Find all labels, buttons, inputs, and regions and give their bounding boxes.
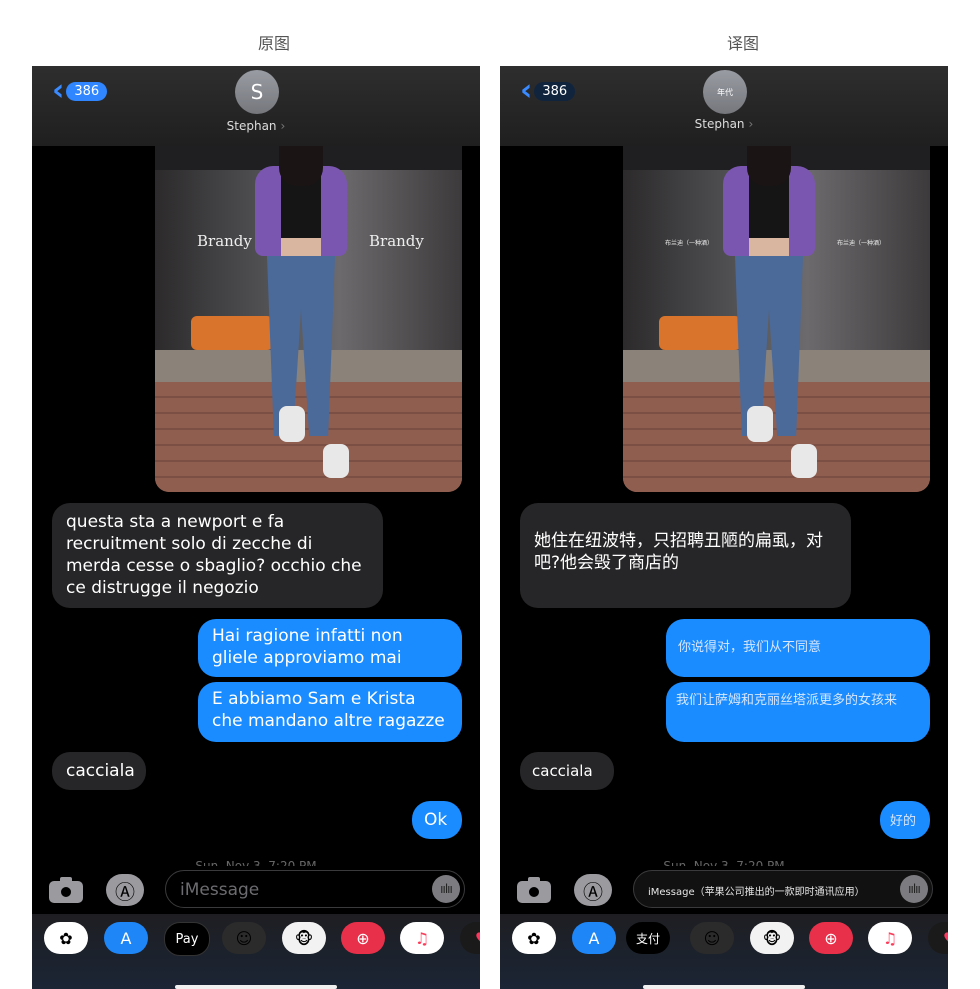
store-sign: Brandy (197, 232, 252, 250)
message-sent[interactable]: 你说得对，我们从不同意 (666, 619, 930, 677)
app-store-icon[interactable]: Ⓐ (106, 874, 144, 906)
photos-icon[interactable]: ✿ (512, 922, 556, 954)
apple-pay-label: 支付 (635, 931, 660, 946)
app-drawer: ✿ A 支付 ☺ 🐵 ⊕ ♫ ♥ (500, 914, 948, 989)
unread-badge: 386 (534, 81, 576, 101)
photo-attachment[interactable]: Brandy Brandy (155, 146, 462, 492)
phone-original: ‹ 386 S Stephan › Brandy Brandy questa st… (32, 66, 480, 989)
photos-icon[interactable]: ✿ (44, 922, 88, 954)
music-icon[interactable]: ♫ (400, 922, 444, 954)
unread-badge: 386 (66, 81, 108, 101)
back-button[interactable]: ‹ 386 (520, 73, 576, 108)
nav-bar: ‹ 386 年代 Stephan › (500, 66, 948, 146)
microphone-icon[interactable]: ıılıı (900, 875, 928, 903)
contact-name-row[interactable]: Stephan › (500, 117, 948, 131)
person-figure (251, 146, 351, 492)
store-sign: 布兰迪（一种酒） (665, 240, 714, 247)
store-sign: Brandy (369, 232, 424, 250)
message-sent[interactable]: E abbiamo Sam e Krista che mandano altre… (198, 682, 462, 742)
contact-name: Stephan (226, 119, 277, 133)
caption-translated: 译图 (726, 34, 759, 53)
nav-bar: ‹ 386 S Stephan › (32, 66, 480, 146)
monkey-icon[interactable]: 🐵 (750, 922, 794, 954)
photo-attachment[interactable]: 布兰迪（一种酒） 布兰迪（一种酒） (623, 146, 930, 492)
home-indicator (643, 985, 805, 989)
apple-pay-label: Pay (175, 931, 199, 947)
memoji-icon[interactable]: ☺ (690, 922, 734, 954)
message-sent[interactable]: Ok (412, 801, 462, 839)
camera-icon[interactable] (517, 877, 551, 903)
message-received[interactable]: cacciala (52, 752, 146, 790)
app-store-icon[interactable]: A (104, 922, 148, 954)
message-received[interactable]: 她住在纽波特，只招聘丑陋的扁虱，对吧?他会毁了商店的 (520, 503, 851, 608)
person-figure (719, 146, 819, 492)
chevron-right-icon: › (748, 117, 754, 131)
apple-pay-icon[interactable]: Pay (164, 922, 210, 956)
search-globe-icon[interactable]: ⊕ (809, 922, 853, 954)
camera-icon[interactable] (49, 877, 83, 903)
heart-icon[interactable]: ♥ (460, 922, 480, 954)
back-button[interactable]: ‹ 386 (52, 73, 108, 108)
phone-translated: ‹ 386 年代 Stephan › 布兰迪（一种酒） 布兰迪（一种酒） 她住在纽… (500, 66, 948, 989)
app-store-icon[interactable]: Ⓐ (574, 874, 612, 906)
message-input[interactable]: iMessage（苹果公司推出的一款即时通讯应用） ıılıı (633, 870, 933, 908)
home-indicator (175, 985, 337, 989)
message-received[interactable]: cacciala (520, 752, 614, 790)
app-drawer: ✿ A Pay ☺ 🐵 ⊕ ♫ ♥ (32, 914, 480, 989)
message-input[interactable]: iMessage ıılıı (165, 870, 465, 908)
compose-bar: Ⓐ iMessage ıılıı (32, 866, 480, 916)
search-globe-icon[interactable]: ⊕ (341, 922, 385, 954)
message-sent[interactable]: 我们让萨姆和克丽丝塔派更多的女孩来 (666, 682, 930, 742)
store-sign: 布兰迪（一种酒） (837, 240, 886, 247)
caption-original: 原图 (257, 34, 290, 53)
message-input-placeholder: iMessage (180, 880, 260, 900)
monkey-icon[interactable]: 🐵 (282, 922, 326, 954)
message-sent[interactable]: 好的 (880, 801, 930, 839)
chevron-left-icon: ‹ (52, 73, 65, 108)
microphone-icon[interactable]: ıılıı (432, 875, 460, 903)
apple-pay-icon[interactable]: 支付 (626, 922, 670, 954)
avatar[interactable]: S (235, 70, 279, 114)
compose-bar: Ⓐ iMessage（苹果公司推出的一款即时通讯应用） ıılıı (500, 866, 948, 916)
avatar[interactable]: 年代 (703, 70, 747, 114)
heart-icon[interactable]: ♥ (928, 922, 948, 954)
music-icon[interactable]: ♫ (868, 922, 912, 954)
message-received[interactable]: questa sta a newport e fa recruitment so… (52, 503, 383, 608)
contact-name-row[interactable]: Stephan › (32, 119, 480, 133)
message-sent[interactable]: Hai ragione infatti non gliele approviam… (198, 619, 462, 677)
app-store-icon[interactable]: A (572, 922, 616, 954)
message-input-placeholder: iMessage（苹果公司推出的一款即时通讯应用） (648, 887, 865, 898)
chevron-right-icon: › (280, 119, 286, 133)
contact-name: Stephan (694, 117, 745, 131)
memoji-icon[interactable]: ☺ (222, 922, 266, 954)
chevron-left-icon: ‹ (520, 73, 533, 108)
